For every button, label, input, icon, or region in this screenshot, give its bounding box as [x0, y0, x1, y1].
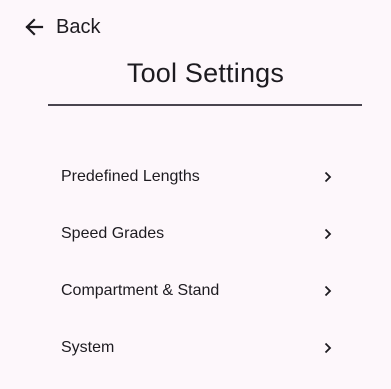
menu-item-label: System — [61, 339, 115, 356]
menu-item-label: Compartment & Stand — [61, 282, 220, 299]
page-title: Tool Settings — [126, 58, 285, 88]
chevron-right-icon — [321, 170, 335, 184]
back-label: Back — [56, 15, 101, 38]
menu-item-predefined-lengths[interactable]: Predefined Lengths — [0, 150, 391, 207]
menu-item-label: Predefined Lengths — [61, 168, 200, 185]
chevron-right-icon — [321, 341, 335, 355]
back-button[interactable]: Back — [24, 12, 100, 42]
menu-item-speed-grades[interactable]: Speed Grades — [0, 207, 391, 264]
title-divider — [48, 104, 362, 106]
chevron-right-icon — [321, 227, 335, 241]
arrow-left-icon — [24, 17, 44, 37]
chevron-right-icon — [321, 284, 335, 298]
menu-item-compartment-stand[interactable]: Compartment & Stand — [0, 264, 391, 321]
menu-item-label: Speed Grades — [61, 225, 165, 242]
settings-menu: Predefined Lengths Speed Grades Compartm… — [0, 150, 391, 378]
menu-item-system[interactable]: System — [0, 321, 391, 378]
